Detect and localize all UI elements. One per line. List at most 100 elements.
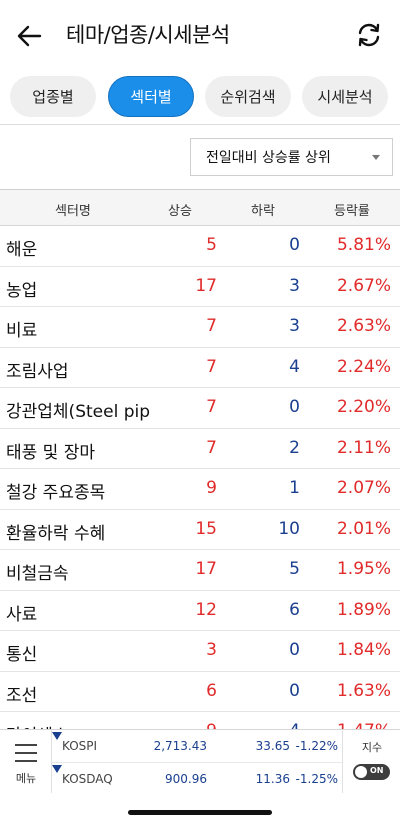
down-count: 10 (278, 518, 300, 539)
index-row-kosdaq[interactable]: KOSDAQ 900.96 11.36 -1.25% (52, 762, 342, 794)
category-tabs: 업종별 섹터별 순위검색 시세분석 (0, 76, 400, 118)
toggle-state-label: ON (370, 766, 384, 775)
tab-price-analysis[interactable]: 시세분석 (302, 76, 388, 117)
sector-name: 라이센스 (6, 721, 69, 729)
tab-industry[interactable]: 업종별 (10, 76, 96, 117)
table-row[interactable]: 해운 5 0 5.81% (0, 226, 400, 267)
sector-name: 태풍 및 장마 (6, 442, 96, 463)
index-change: 33.65 (255, 739, 290, 753)
up-count: 7 (206, 397, 217, 417)
sector-table: 섹터명 상승 하락 등락률 해운 5 0 5.81% 농업 17 3 2.67% 비료 7 3 2… (0, 189, 400, 729)
table-row[interactable]: 강관업체(Steel pip 7 0 2.20% (0, 388, 400, 429)
tab-rank-search[interactable]: 순위검색 (205, 76, 291, 117)
home-indicator-area (0, 793, 400, 825)
table-body: 해운 5 0 5.81% 농업 17 3 2.67% 비료 7 3 2.63% 조림사업 7 4 2.2… (0, 226, 400, 729)
sector-name: 사료 (6, 604, 38, 625)
up-count: 15 (195, 518, 217, 539)
down-count: 2 (289, 437, 300, 458)
change-rate: 1.89% (336, 599, 391, 620)
down-count: 3 (289, 275, 300, 296)
index-row-kospi[interactable]: KOSPI 2,713.43 33.65 -1.22% (52, 730, 342, 762)
change-rate: 1.63% (336, 680, 391, 701)
up-count: 3 (206, 640, 217, 660)
index-percent: -1.22% (295, 739, 338, 753)
down-count: 0 (289, 235, 300, 255)
index-change: 11.36 (255, 772, 290, 786)
change-rate: 5.81% (336, 235, 391, 255)
index-toggle-box: 지수 ON (342, 730, 400, 794)
up-count: 9 (206, 478, 217, 498)
menu-label: 메뉴 (15, 772, 37, 785)
hamburger-icon (15, 744, 37, 768)
down-count: 0 (289, 680, 300, 701)
table-row[interactable]: 비철금속 17 5 1.95% (0, 550, 400, 591)
down-count: 3 (289, 316, 300, 336)
index-toggle[interactable]: ON (353, 764, 390, 780)
index-ticker-bar: 메뉴 KOSPI 2,713.43 33.65 -1.22% KOSDAQ 90… (0, 729, 400, 794)
change-rate: 2.24% (336, 356, 391, 377)
table-row[interactable]: 통신 3 0 1.84% (0, 631, 400, 672)
tab-sector[interactable]: 섹터별 (108, 76, 194, 117)
home-indicator[interactable] (128, 810, 272, 815)
change-rate: 1.47% (337, 721, 391, 729)
down-count: 5 (289, 559, 300, 579)
change-rate: 2.07% (336, 478, 391, 498)
table-row[interactable]: 사료 12 6 1.89% (0, 591, 400, 631)
up-count: 17 (195, 559, 217, 579)
sector-name: 철강 주요종목 (6, 483, 106, 503)
triangle-down-icon (52, 765, 62, 773)
table-row[interactable]: 조선 6 0 1.63% (0, 672, 400, 712)
table-row[interactable]: 라이센스 9 4 1.47% (0, 712, 400, 729)
up-count: 5 (206, 235, 217, 255)
triangle-down-icon (52, 732, 62, 740)
refresh-icon[interactable] (354, 20, 384, 50)
change-rate: 2.11% (336, 437, 391, 458)
up-count: 6 (206, 680, 217, 701)
up-count: 9 (206, 721, 217, 729)
down-count: 1 (289, 478, 300, 498)
column-header-up[interactable]: 상승 (168, 200, 192, 219)
down-count: 0 (289, 397, 300, 417)
page-title: 테마/업종/시세분석 (66, 23, 230, 47)
menu-button[interactable]: 메뉴 (0, 730, 52, 794)
table-row[interactable]: 태풍 및 장마 7 2 2.11% (0, 429, 400, 469)
change-rate: 2.01% (336, 518, 391, 539)
sector-name: 비료 (6, 321, 38, 341)
sector-name: 환율하락 수혜 (6, 523, 106, 544)
change-rate: 2.20% (336, 397, 391, 417)
index-label: 지수 (361, 741, 383, 754)
column-header-sector[interactable]: 섹터명 (55, 200, 91, 219)
index-percent: -1.25% (295, 772, 338, 786)
sector-name: 비철금속 (6, 564, 69, 584)
up-count: 12 (195, 599, 217, 620)
column-header-down[interactable]: 하락 (251, 200, 275, 219)
down-count: 4 (289, 356, 300, 377)
change-rate: 2.63% (336, 316, 391, 336)
sort-select[interactable]: 전일대비 상승률 상위 (190, 138, 393, 176)
column-header-rate[interactable]: 등락률 (334, 200, 370, 219)
down-count: 6 (289, 599, 300, 620)
change-rate: 2.67% (336, 275, 391, 296)
index-value: 900.96 (165, 772, 207, 786)
back-arrow-icon[interactable] (14, 20, 46, 52)
index-name: KOSDAQ (62, 772, 113, 786)
sector-name: 강관업체(Steel pip (6, 402, 150, 422)
app-header: 테마/업종/시세분석 (0, 0, 400, 70)
table-row[interactable]: 비료 7 3 2.63% (0, 307, 400, 348)
divider (0, 124, 400, 125)
up-count: 17 (195, 275, 217, 296)
table-row[interactable]: 조림사업 7 4 2.24% (0, 348, 400, 388)
table-row[interactable]: 철강 주요종목 9 1 2.07% (0, 469, 400, 510)
change-rate: 1.84% (336, 640, 391, 660)
table-row[interactable]: 농업 17 3 2.67% (0, 267, 400, 307)
sector-name: 조림사업 (6, 361, 69, 382)
up-count: 7 (206, 316, 217, 336)
toggle-knob (355, 766, 367, 778)
table-row[interactable]: 환율하락 수혜 15 10 2.01% (0, 510, 400, 550)
sector-name: 통신 (6, 645, 38, 665)
sector-name: 농업 (6, 280, 38, 301)
up-count: 7 (206, 437, 217, 458)
index-name: KOSPI (62, 739, 98, 753)
table-header: 섹터명 상승 하락 등락률 (0, 190, 400, 226)
sort-select-value: 전일대비 상승률 상위 (206, 150, 331, 166)
